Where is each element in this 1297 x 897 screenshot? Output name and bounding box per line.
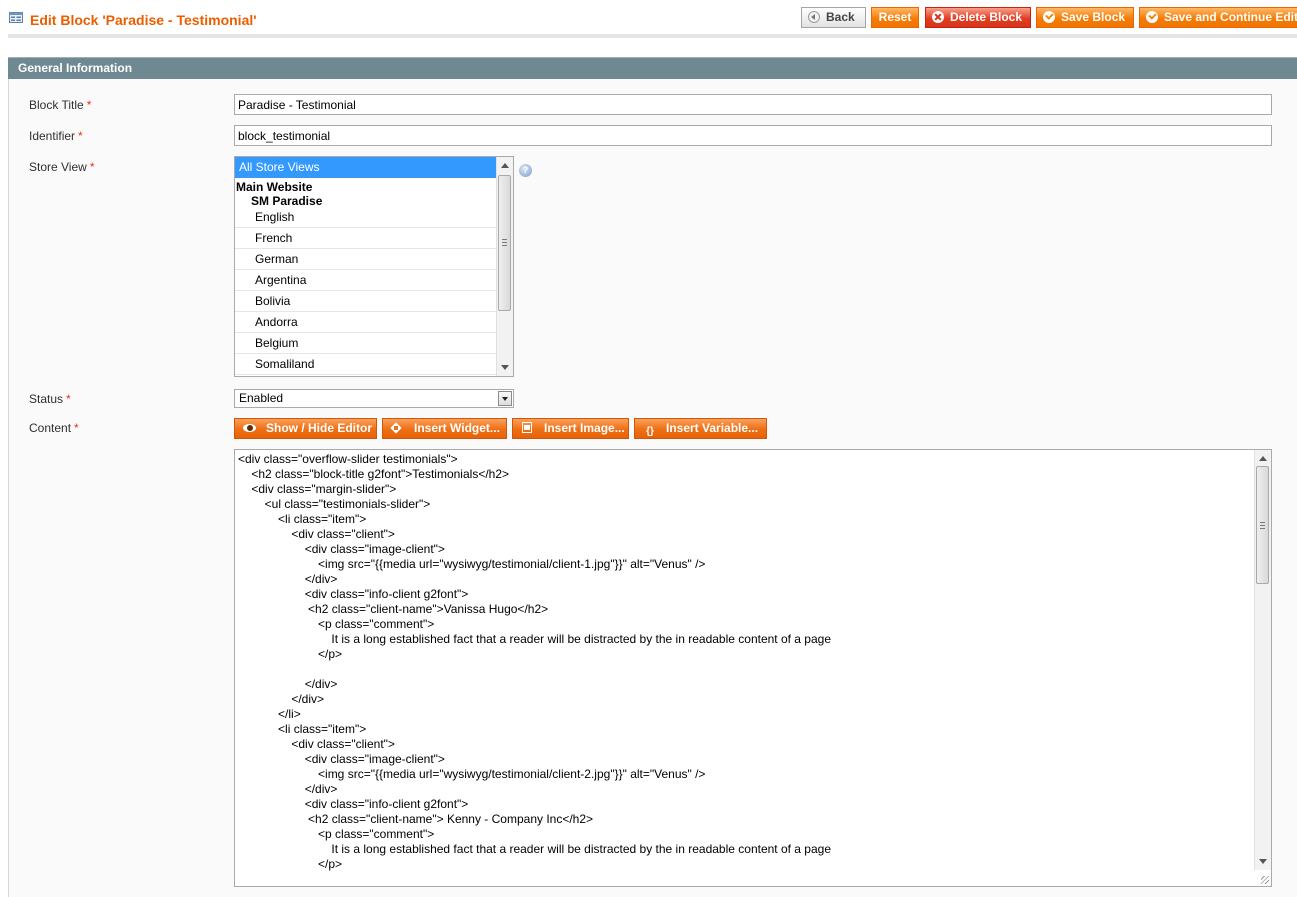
block-title-label-text: Block Title — [29, 98, 84, 112]
general-information-header: General Information — [8, 57, 1297, 79]
grip-line — [502, 245, 507, 246]
required-marker: * — [74, 421, 79, 435]
help-icon[interactable]: ? — [519, 164, 532, 177]
store-view-scrollbar[interactable] — [496, 157, 513, 376]
reset-button[interactable]: Reset — [871, 7, 919, 28]
store-view-multiselect[interactable]: All Store Views Main Website SM Paradise… — [234, 156, 514, 377]
insert-widget-label: Insert Widget... — [414, 421, 500, 435]
grip-line — [502, 239, 507, 240]
resize-handle-icon[interactable] — [1261, 876, 1269, 884]
delete-button-label: Delete Block — [950, 10, 1023, 24]
store-group-sm-paradise: SM Paradise — [251, 194, 323, 208]
store-view-label: Store View * — [29, 160, 94, 174]
content-scrollbar[interactable] — [1254, 450, 1271, 870]
store-option-argentina[interactable]: Argentina — [235, 270, 497, 291]
grip-line — [1260, 525, 1265, 526]
back-button[interactable]: Back — [801, 7, 866, 28]
identifier-label-text: Identifier — [29, 129, 76, 143]
identifier-input[interactable] — [234, 125, 1272, 146]
required-marker: * — [89, 160, 95, 174]
store-option-andorra[interactable]: Andorra — [235, 312, 497, 333]
required-marker: * — [66, 392, 71, 406]
content-label-text: Content — [29, 421, 72, 435]
eye-icon — [242, 422, 258, 434]
status-select[interactable]: Enabled — [234, 389, 514, 408]
store-option-all-store-views[interactable]: All Store Views — [235, 157, 497, 178]
store-view-scroll-thumb[interactable] — [498, 175, 511, 311]
grip-line — [502, 242, 507, 243]
content-label: Content * — [29, 421, 79, 435]
scroll-up-arrow-icon[interactable] — [501, 163, 509, 168]
insert-image-button[interactable]: Insert Image... — [512, 418, 629, 439]
block-title-label: Block Title * — [29, 98, 91, 112]
back-arrow-icon — [808, 11, 820, 23]
status-label-text: Status — [29, 392, 64, 406]
insert-widget-button[interactable]: Insert Widget... — [382, 418, 507, 439]
delete-block-button[interactable]: Delete Block — [925, 7, 1031, 28]
cms-block-icon — [9, 12, 23, 23]
widget-icon — [390, 422, 406, 434]
chevron-down-icon[interactable] — [498, 391, 512, 406]
block-title-input[interactable] — [234, 94, 1272, 115]
store-option-bolivia[interactable]: Bolivia — [235, 291, 497, 312]
checkmark-icon — [1043, 11, 1055, 23]
required-marker: * — [78, 129, 83, 143]
save-and-continue-button[interactable]: Save and Continue Edit — [1139, 7, 1297, 28]
delete-icon — [932, 11, 944, 23]
content-textarea[interactable]: <div class="overflow-slider testimonials… — [234, 449, 1272, 887]
status-selected-value: Enabled — [239, 391, 284, 405]
scroll-down-arrow-icon[interactable] — [501, 365, 509, 370]
required-marker: * — [86, 98, 92, 112]
variable-icon: {} — [646, 426, 654, 437]
save-continue-button-label: Save and Continue Edit — [1164, 10, 1297, 24]
reset-button-label: Reset — [878, 10, 912, 24]
grip-line — [1260, 522, 1265, 523]
page-title: Edit Block 'Paradise - Testimonial' — [30, 12, 257, 28]
store-group-main-website: Main Website — [236, 180, 313, 194]
store-view-label-text: Store View — [29, 160, 87, 174]
checkmark-icon — [1146, 11, 1158, 23]
store-option-german[interactable]: German — [235, 249, 497, 270]
scroll-up-arrow-icon[interactable] — [1259, 456, 1267, 461]
header-divider — [8, 34, 1297, 38]
section-title: General Information — [18, 61, 133, 75]
save-block-button[interactable]: Save Block — [1036, 7, 1134, 28]
content-code[interactable]: <div class="overflow-slider testimonials… — [238, 452, 1248, 872]
store-option-english[interactable]: English — [235, 207, 497, 228]
store-option-somaliland[interactable]: Somaliland — [235, 354, 497, 375]
show-hide-editor-label: Show / Hide Editor — [266, 421, 373, 435]
save-button-label: Save Block — [1061, 10, 1126, 24]
insert-variable-label: Insert Variable... — [666, 421, 759, 435]
content-scroll-thumb[interactable] — [1256, 466, 1269, 584]
status-label: Status * — [29, 392, 71, 406]
grip-line — [1260, 528, 1265, 529]
store-option-french[interactable]: French — [235, 228, 497, 249]
insert-image-label: Insert Image... — [544, 421, 625, 435]
identifier-label: Identifier * — [29, 129, 83, 143]
image-icon — [520, 422, 536, 434]
store-option-belgium[interactable]: Belgium — [235, 333, 497, 354]
show-hide-editor-button[interactable]: Show / Hide Editor — [234, 418, 377, 439]
scroll-down-arrow-icon[interactable] — [1259, 859, 1267, 864]
insert-variable-button[interactable]: {} Insert Variable... — [634, 418, 767, 439]
back-button-label: Back — [826, 10, 855, 24]
